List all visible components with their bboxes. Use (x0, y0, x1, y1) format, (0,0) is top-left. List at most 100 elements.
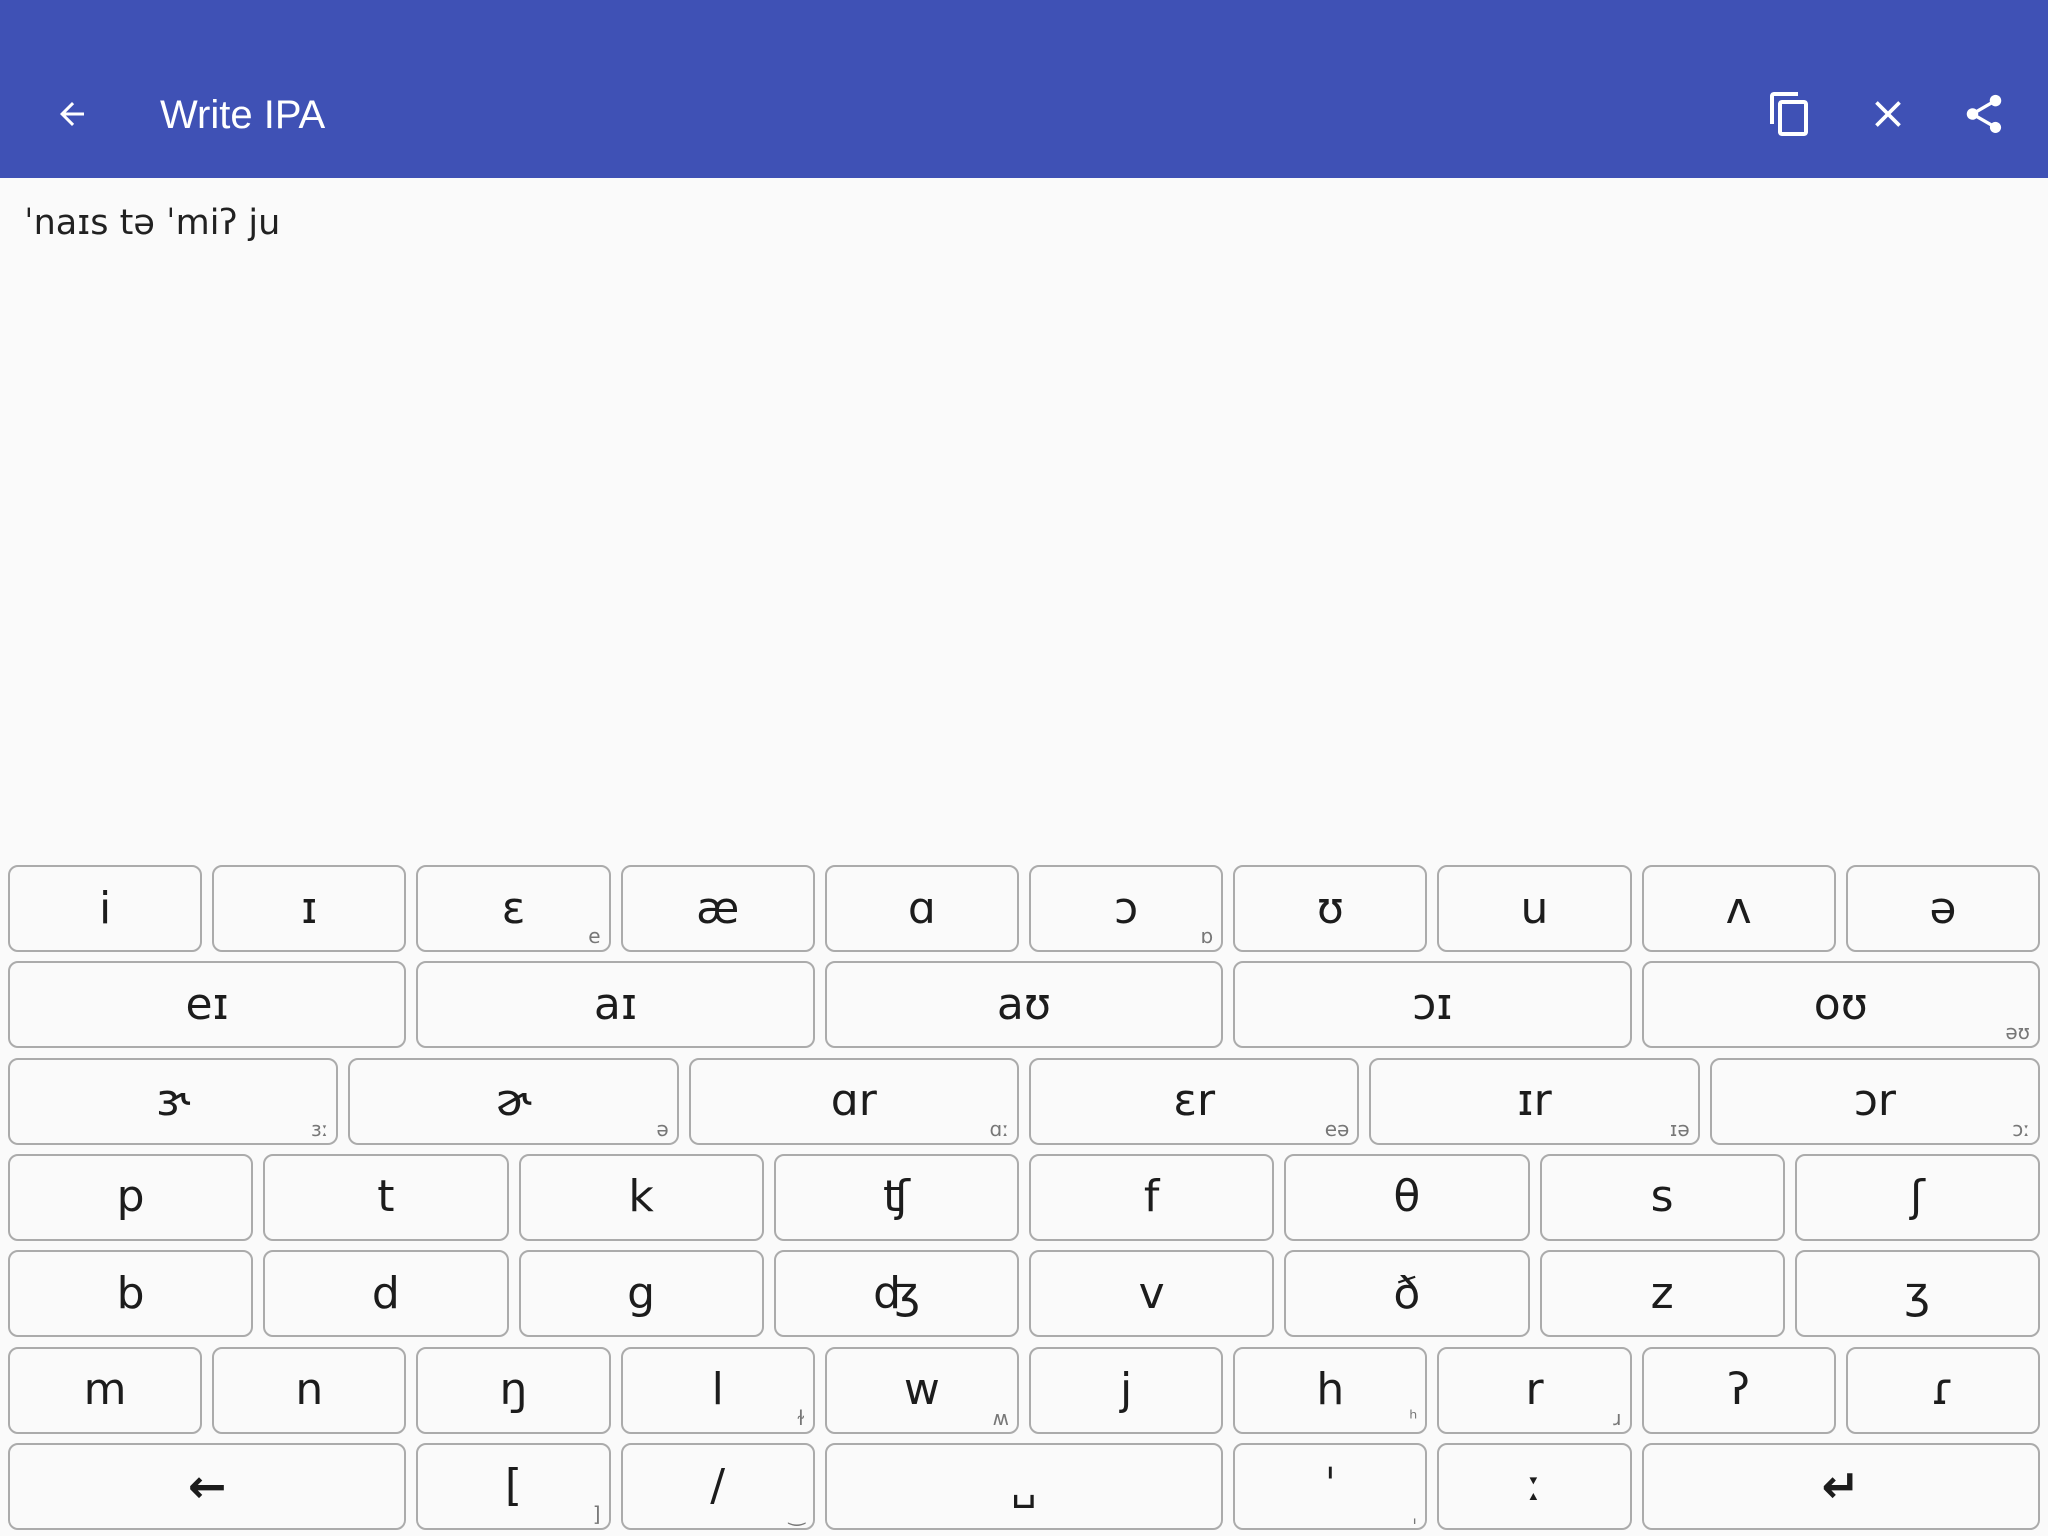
key-sublabel: ɔː (2012, 1116, 2030, 1141)
key-label: w (903, 1364, 940, 1415)
key-label: n (295, 1364, 324, 1415)
key-ipa-4-0[interactable]: b (8, 1250, 254, 1338)
key-ipa-5-6[interactable]: hʰ (1233, 1346, 1428, 1434)
key-ipa-0-8[interactable]: ʌ (1641, 865, 1836, 952)
key-ipa-5-2[interactable]: ŋ (416, 1346, 611, 1434)
key-ipa-5-1[interactable]: n (212, 1346, 407, 1434)
key-label: ␣ (1011, 1463, 1037, 1510)
ipa-keyboard: i ɪ ɛ e æ ɑ ɔ ɒ ʊ u ʌ ə eɪ aɪ aʊ ɔɪ oʊ əʊ ɝ ɜː ɚ ə ɑr ɑː ɛr eə ɪr ɪ… (0, 860, 2048, 1536)
key-length[interactable]: ː (1437, 1442, 1632, 1530)
key-ipa-2-5[interactable]: ɔr ɔː (1709, 1057, 2040, 1145)
key-label: ˈ (1324, 1460, 1337, 1512)
key-ipa-1-3[interactable]: ɔɪ (1233, 961, 1632, 1049)
key-label: ŋ (499, 1364, 528, 1415)
key-ipa-5-9[interactable]: ɾ (1845, 1346, 2040, 1434)
key-enter[interactable]: ↵ (1641, 1442, 2040, 1530)
key-bracket[interactable]: [] (416, 1442, 611, 1530)
key-sublabel: ‿ (788, 1501, 805, 1526)
key-ipa-4-5[interactable]: ð (1284, 1250, 1530, 1338)
key-stress[interactable]: ˈˌ (1233, 1442, 1428, 1530)
key-ipa-2-2[interactable]: ɑr ɑː (688, 1057, 1019, 1145)
key-label: ɝ (156, 1075, 191, 1127)
key-label: b (116, 1267, 145, 1319)
key-ipa-2-4[interactable]: ɪr ɪə (1369, 1057, 1700, 1145)
key-label: [ (504, 1460, 523, 1512)
ipa-text-input[interactable] (0, 178, 2048, 838)
key-sublabel: ʍ (992, 1405, 1009, 1430)
key-label: ː (1527, 1460, 1542, 1512)
key-label: m (83, 1364, 127, 1415)
key-ipa-2-0[interactable]: ɝ ɜː (8, 1057, 339, 1145)
key-label: j (1119, 1364, 1133, 1415)
key-ipa-1-0[interactable]: eɪ (8, 961, 407, 1049)
key-backspace[interactable]: ← (8, 1442, 407, 1530)
key-ipa-2-3[interactable]: ɛr eə (1029, 1057, 1360, 1145)
key-ipa-3-6[interactable]: s (1539, 1153, 1785, 1241)
key-label: ← (187, 1459, 227, 1514)
key-ipa-4-2[interactable]: g (518, 1250, 764, 1338)
key-ipa-5-3[interactable]: lɫ (620, 1346, 815, 1434)
key-label: ʒ (1904, 1267, 1931, 1319)
key-label: i (98, 882, 112, 934)
key-ipa-4-4[interactable]: v (1029, 1250, 1275, 1338)
key-ipa-0-5[interactable]: ɔɒ (1029, 865, 1224, 952)
key-label: ɔɪ (1412, 978, 1453, 1030)
key-ipa-3-4[interactable]: f (1029, 1153, 1275, 1241)
key-ipa-5-7[interactable]: rɹ (1437, 1346, 1632, 1434)
key-label: r (1525, 1364, 1544, 1415)
key-ipa-3-3[interactable]: ʧ (773, 1153, 1019, 1241)
key-ipa-4-1[interactable]: d (263, 1250, 509, 1338)
key-label: ʤ (873, 1267, 920, 1319)
key-sublabel: ɒ (1200, 924, 1214, 948)
key-ipa-5-4[interactable]: wʍ (824, 1346, 1019, 1434)
key-ipa-0-7[interactable]: u (1437, 865, 1632, 952)
key-label: ɚ (495, 1075, 532, 1127)
key-ipa-4-7[interactable]: ʒ (1794, 1250, 2040, 1338)
key-label: l (711, 1364, 724, 1415)
key-ipa-4-3[interactable]: ʤ (773, 1250, 1019, 1338)
back-button[interactable] (40, 82, 104, 146)
key-ipa-5-5[interactable]: j (1029, 1346, 1224, 1434)
copy-icon (1770, 92, 1808, 136)
key-label: aɪ (593, 978, 638, 1030)
key-sublabel: ɹ (1613, 1405, 1622, 1430)
key-ipa-0-6[interactable]: ʊ (1233, 865, 1428, 952)
key-ipa-3-1[interactable]: t (263, 1153, 509, 1241)
key-ipa-3-7[interactable]: ʃ (1794, 1153, 2040, 1241)
key-ipa-2-1[interactable]: ɚə (348, 1057, 679, 1145)
key-label: t (377, 1171, 395, 1223)
key-ipa-0-3[interactable]: æ (620, 865, 815, 952)
key-ipa-0-4[interactable]: ɑ (824, 865, 1019, 952)
key-label: ɪ (301, 882, 318, 934)
share-icon (1966, 94, 2002, 134)
key-sublabel: ɪə (1669, 1116, 1690, 1141)
key-label: g (627, 1267, 656, 1319)
key-ipa-3-0[interactable]: p (8, 1153, 254, 1241)
key-label: p (116, 1171, 145, 1223)
key-label: ɑr (830, 1075, 877, 1127)
clear-button[interactable] (1856, 82, 1920, 146)
share-button[interactable] (1952, 82, 2016, 146)
key-ipa-5-8[interactable]: ʔ (1641, 1346, 1836, 1434)
key-label: ↵ (1821, 1459, 1861, 1514)
key-ipa-5-0[interactable]: m (8, 1346, 203, 1434)
key-label: ʌ (1725, 882, 1752, 934)
key-ipa-0-0[interactable]: i (8, 865, 203, 952)
key-ipa-0-9[interactable]: ə (1845, 865, 2040, 952)
key-ipa-3-5[interactable]: θ (1284, 1153, 1530, 1241)
key-ipa-1-4[interactable]: oʊ əʊ (1641, 961, 2040, 1049)
key-ipa-0-2[interactable]: ɛe (416, 865, 611, 952)
key-label: θ (1393, 1171, 1421, 1223)
key-ipa-3-2[interactable]: k (518, 1153, 764, 1241)
key-label: d (371, 1267, 400, 1319)
key-sublabel: ˌ (1411, 1501, 1418, 1526)
key-ipa-0-1[interactable]: ɪ (212, 865, 407, 952)
key-label: ð (1393, 1267, 1421, 1319)
key-ipa-1-2[interactable]: aʊ (824, 961, 1224, 1049)
key-label: z (1650, 1267, 1674, 1319)
copy-button[interactable] (1758, 82, 1822, 146)
key-ipa-4-6[interactable]: z (1539, 1250, 1785, 1338)
key-ipa-1-1[interactable]: aɪ (416, 961, 815, 1049)
key-slash[interactable]: / ‿ (620, 1442, 815, 1530)
key-space[interactable]: ␣ (824, 1442, 1224, 1530)
